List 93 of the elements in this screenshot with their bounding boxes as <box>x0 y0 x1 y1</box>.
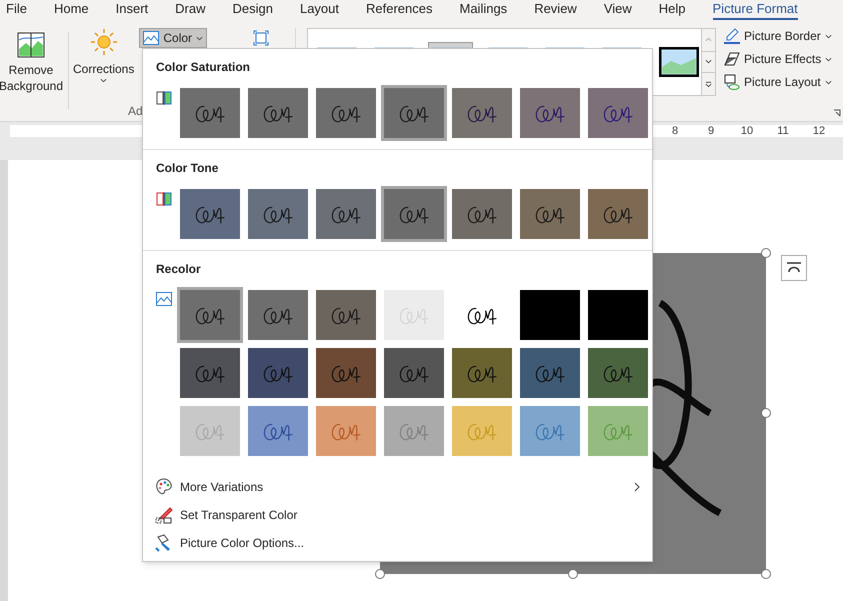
menu-item[interactable]: Picture Color Options... <box>143 529 652 557</box>
color-option[interactable] <box>449 403 515 459</box>
resize-handle[interactable] <box>568 569 578 579</box>
section-heading: Color Saturation <box>156 59 252 76</box>
ruler-number: 9 <box>706 125 716 137</box>
color-option[interactable] <box>517 345 583 401</box>
layout-options-button[interactable] <box>781 255 807 281</box>
color-option[interactable] <box>177 345 243 401</box>
color-option[interactable] <box>245 345 311 401</box>
compress-picture-icon[interactable] <box>253 30 270 46</box>
color-option[interactable] <box>517 85 583 141</box>
color-option[interactable] <box>449 186 515 242</box>
color-button[interactable]: Color <box>139 28 208 48</box>
group-label: Ad <box>128 103 143 120</box>
picture-icon <box>156 292 172 306</box>
color-option[interactable] <box>177 85 243 141</box>
color-option[interactable] <box>245 186 311 242</box>
color-option[interactable] <box>449 85 515 141</box>
dialog-launcher-icon[interactable] <box>833 109 841 117</box>
color-option[interactable] <box>313 403 379 459</box>
resize-handle[interactable] <box>375 569 385 579</box>
chevron-down-icon <box>705 59 712 64</box>
color-option[interactable] <box>381 85 447 141</box>
ruler-number: 10 <box>740 125 754 137</box>
ribbon-tab[interactable]: View <box>604 0 632 18</box>
color-option[interactable] <box>585 186 651 242</box>
color-option[interactable] <box>177 403 243 459</box>
eraser-icon <box>724 52 740 66</box>
menu-item[interactable]: More Variations <box>143 473 652 501</box>
chevron-down-icon <box>824 34 832 38</box>
color-option[interactable] <box>585 287 651 343</box>
palette-icon <box>155 478 173 496</box>
brush-icon <box>155 534 173 552</box>
chevron-down-icon <box>100 78 108 83</box>
color-option[interactable] <box>585 85 651 141</box>
remove-background-button[interactable]: Remove Background <box>0 20 66 121</box>
ribbon-tab[interactable]: Review <box>534 0 577 18</box>
resize-handle[interactable] <box>761 248 771 258</box>
color-option[interactable] <box>313 345 379 401</box>
text-wrap-icon <box>786 262 802 274</box>
layout-icon <box>724 74 740 90</box>
color-option[interactable] <box>313 85 379 141</box>
ribbon-tab[interactable]: Insert <box>116 0 148 18</box>
color-option[interactable] <box>381 345 447 401</box>
color-option[interactable] <box>517 403 583 459</box>
sun-icon <box>90 28 118 56</box>
color-option[interactable] <box>177 287 243 343</box>
pen-icon <box>155 506 173 524</box>
color-option[interactable] <box>245 85 311 141</box>
color-option[interactable] <box>449 345 515 401</box>
color-option[interactable] <box>517 287 583 343</box>
ribbon-tab[interactable]: Layout <box>300 0 340 18</box>
ribbon-tab[interactable]: Help <box>658 0 686 18</box>
ribbon-tab[interactable]: File <box>6 0 27 18</box>
chevron-down-icon <box>825 56 832 62</box>
color-option[interactable] <box>245 287 311 343</box>
color-option[interactable] <box>313 186 379 242</box>
resize-handle[interactable] <box>761 408 771 418</box>
color-option[interactable] <box>585 345 651 401</box>
picture-style-thumbnail <box>658 47 699 77</box>
chevron-down-icon <box>196 36 204 40</box>
color-option[interactable] <box>517 186 583 242</box>
picture-command[interactable]: Picture Effects <box>724 49 832 69</box>
corrections-button[interactable]: Corrections <box>71 20 136 83</box>
picture-command[interactable]: Picture Border <box>724 26 832 46</box>
color-bars-icon <box>156 191 172 207</box>
expand-icon <box>705 80 712 88</box>
chevron-down-icon <box>824 80 832 84</box>
color-option[interactable] <box>381 287 447 343</box>
picture-command[interactable]: Picture Layout <box>724 72 832 92</box>
ruler-number: 8 <box>670 125 680 137</box>
section-heading: Recolor <box>156 261 202 278</box>
color-bars-icon <box>156 90 172 106</box>
color-option[interactable] <box>313 287 379 343</box>
ruler-number: 12 <box>812 125 826 137</box>
picture-icon <box>143 31 160 45</box>
ribbon-tab[interactable]: Mailings <box>460 0 508 18</box>
color-option[interactable] <box>381 403 447 459</box>
color-option[interactable] <box>381 186 447 242</box>
ruler-number: 11 <box>776 125 790 137</box>
resize-handle[interactable] <box>761 569 771 579</box>
chevron-up-icon <box>705 37 712 42</box>
ribbon-tab[interactable]: References <box>366 0 432 18</box>
color-option[interactable] <box>177 186 243 242</box>
ribbon-tab[interactable]: Draw <box>175 0 206 18</box>
picture-icon <box>17 32 45 58</box>
ribbon-tab[interactable]: Home <box>54 0 89 18</box>
color-option[interactable] <box>245 403 311 459</box>
ribbon-tab[interactable]: Design <box>232 0 273 18</box>
pen-icon <box>724 28 740 44</box>
section-heading: Color Tone <box>156 160 220 177</box>
color-option[interactable] <box>585 403 651 459</box>
menu-item[interactable]: Set Transparent Color <box>143 501 652 529</box>
